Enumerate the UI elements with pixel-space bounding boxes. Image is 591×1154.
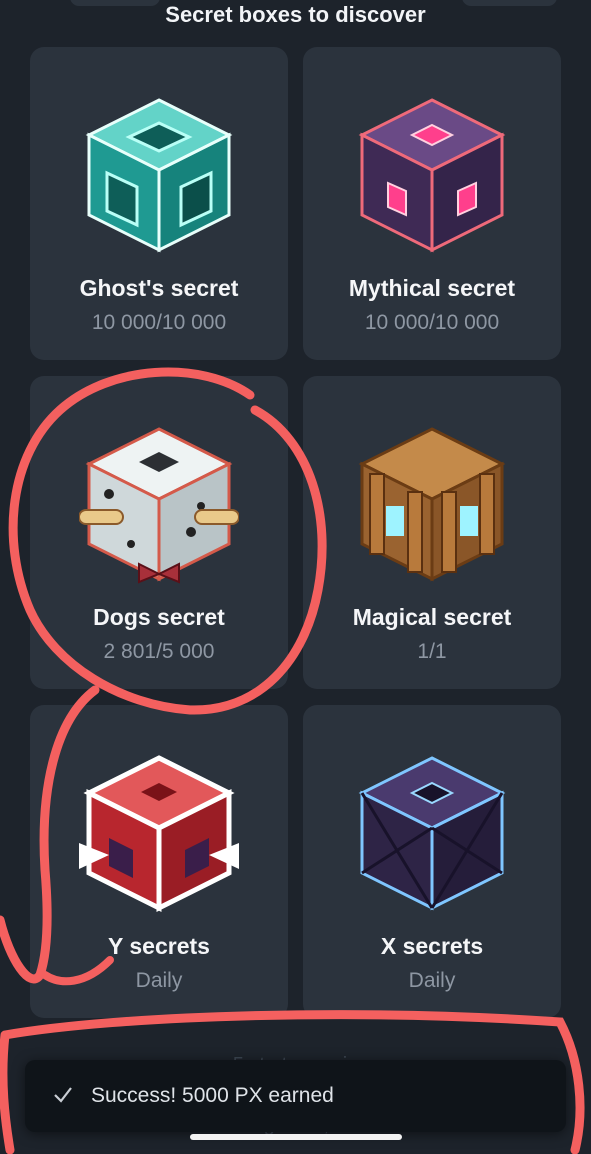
box-progress: 10 000/10 000 bbox=[364, 311, 500, 334]
box-name: Dogs secret bbox=[93, 604, 225, 630]
box-card-mythical[interactable]: Mythical secret 10 000/10 000 bbox=[303, 47, 561, 360]
success-toast: Success! 5000 PX earned bbox=[25, 1060, 566, 1132]
box-name: X secrets bbox=[380, 933, 484, 959]
box-card-ghost[interactable]: Ghost's secret 10 000/10 000 bbox=[30, 47, 288, 360]
box-card-dogs[interactable]: Dogs secret 2 801/5 000 bbox=[30, 376, 288, 689]
box-progress: Daily bbox=[408, 969, 456, 992]
box-name: Ghost's secret bbox=[79, 275, 239, 301]
box-name: Y secrets bbox=[108, 933, 210, 959]
section-title: Secret boxes to discover bbox=[165, 2, 426, 27]
x-box-icon bbox=[358, 756, 506, 911]
box-name: Magical secret bbox=[352, 604, 512, 630]
home-indicator[interactable] bbox=[190, 1134, 402, 1140]
box-name: Mythical secret bbox=[348, 275, 516, 301]
y-box-icon bbox=[79, 755, 239, 913]
box-progress: 1/1 bbox=[417, 640, 447, 663]
ghost-box-icon bbox=[85, 98, 233, 253]
box-card-magical[interactable]: Magical secret 1/1 bbox=[303, 376, 561, 689]
box-card-y[interactable]: Y secrets Daily bbox=[30, 705, 288, 1018]
box-progress: Daily bbox=[135, 969, 183, 992]
box-card-x[interactable]: X secrets Daily bbox=[303, 705, 561, 1018]
checkmark-icon bbox=[54, 1087, 72, 1103]
box-progress: 10 000/10 000 bbox=[91, 311, 227, 334]
magical-box-icon bbox=[358, 427, 506, 582]
dogs-box-icon bbox=[79, 427, 239, 584]
toast-message: Success! 5000 PX earned bbox=[91, 1084, 334, 1107]
box-progress: 2 801/5 000 bbox=[103, 640, 215, 663]
mythical-box-icon bbox=[358, 98, 506, 253]
